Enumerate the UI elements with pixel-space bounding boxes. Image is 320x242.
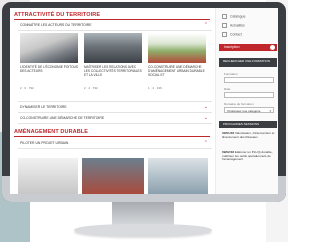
event-item[interactable]: 09/02/18 Elaborer un PLU(i) durable, maî… — [222, 150, 277, 162]
accordion-row-connaitre[interactable]: CONNAÎTRE LES ACTEURS DU TERRITOIRE ⌃ — [20, 22, 210, 30]
row-divider — [18, 30, 212, 31]
course-image — [20, 33, 78, 63]
cart-icon — [270, 45, 275, 50]
sidebar-item-label: Contact — [230, 32, 242, 37]
sidebar-item-label: Actualités — [230, 23, 245, 28]
course-image[interactable] — [18, 158, 78, 194]
sidebar: Catalogue Actualités Contact Inscription… — [215, 8, 278, 194]
news-icon — [222, 23, 227, 28]
course-card-1[interactable]: L'IDENTITÉ DE L'ÉCONOMIE POITOUS DES ACT… — [20, 33, 78, 97]
formation-label: Formation — [224, 72, 238, 76]
event-item[interactable]: 30/01/18 Valorisation, d'intervention et… — [222, 131, 277, 139]
domain-select[interactable]: Choisissez une catégorie ▾ — [224, 107, 274, 113]
formation-input[interactable] — [224, 77, 274, 83]
row-divider — [18, 123, 212, 124]
course-meta: 2 · 6 · 792 · — [20, 86, 36, 90]
row-divider — [18, 112, 212, 113]
date-label: Date — [224, 87, 231, 91]
course-image[interactable] — [148, 158, 208, 194]
accordion-label: CONNAÎTRE LES ACTEURS DU TERRITOIRE — [20, 23, 92, 27]
monitor-stand-neck — [112, 202, 174, 226]
section-title-amenagement: AMÉNAGEMENT DURABLE — [14, 129, 89, 135]
monitor-stand-foot — [74, 224, 212, 236]
monitor-screen: ATTRACTIVITÉ DU TERRITOIRE CONNAÎTRE LES… — [10, 8, 278, 194]
course-image — [148, 33, 206, 63]
search-panel-header: RECHERCHER UNE FORMATION — [219, 58, 277, 67]
course-card-3[interactable]: CO-CONSTRUIRE UNE DÉMARCHE D'AMÉNAGEMENT… — [148, 33, 206, 97]
chevron-down-icon: ⌄ — [203, 115, 208, 121]
inscription-button[interactable]: Inscription — [219, 44, 277, 51]
sidebar-item-actualites[interactable]: Actualités — [222, 23, 277, 30]
course-title: MAÎTRISER LES RELATIONS AVEC LES COLLECT… — [84, 65, 142, 77]
course-image[interactable] — [82, 158, 144, 194]
row-divider — [18, 148, 212, 149]
domain-label: Domaine de formation — [224, 102, 254, 106]
book-icon — [222, 14, 227, 19]
course-image — [84, 33, 142, 63]
course-card-2[interactable]: MAÎTRISER LES RELATIONS AVEC LES COLLECT… — [84, 33, 142, 97]
chevron-up-icon: ⌃ — [203, 140, 208, 146]
accordion-label: DYNAMISER LE TERRITOIRE — [20, 105, 67, 109]
sidebar-item-contact[interactable]: Contact — [222, 32, 277, 39]
main-content: ATTRACTIVITÉ DU TERRITOIRE CONNAÎTRE LES… — [10, 8, 215, 194]
course-meta: 1 · 4 · 196 · — [148, 86, 164, 90]
chevron-down-icon: ▾ — [269, 109, 271, 113]
accordion-label: CO-CONSTRUIRE UNE DÉMARCHE DE TERRITOIRE — [20, 116, 105, 120]
section-rule — [14, 136, 210, 137]
accordion-label: PILOTER UN PROJET URBAIN — [20, 141, 69, 145]
chevron-down-icon: ⌄ — [203, 104, 208, 110]
section-title-attractivite: ATTRACTIVITÉ DU TERRITOIRE — [14, 12, 101, 18]
domain-select-value: Choisissez une catégorie — [227, 109, 261, 113]
course-title: L'IDENTITÉ DE L'ÉCONOMIE POITOUS DES ACT… — [20, 65, 79, 73]
course-title: CO-CONSTRUIRE UNE DÉMARCHE D'AMÉNAGEMENT… — [148, 65, 205, 77]
inscription-label: Inscription — [224, 45, 240, 49]
row-divider — [18, 101, 212, 102]
accordion-row-co-construire[interactable]: CO-CONSTRUIRE UNE DÉMARCHE DE TERRITOIRE… — [20, 115, 210, 123]
accordion-row-piloter[interactable]: PILOTER UN PROJET URBAIN ⌃ — [20, 140, 210, 148]
section-rule — [14, 19, 210, 20]
accordion-row-dynamiser[interactable]: DYNAMISER LE TERRITOIRE ⌄ — [20, 104, 210, 112]
course-meta: 2 · 4 · 792 · — [84, 86, 100, 90]
date-input[interactable] — [224, 92, 274, 98]
mail-icon — [222, 32, 227, 37]
events-panel-header: PROCHAINES SESSIONS — [219, 121, 277, 128]
sidebar-item-label: Catalogue — [230, 14, 246, 19]
chevron-up-icon: ⌃ — [203, 22, 208, 28]
sidebar-item-catalogue[interactable]: Catalogue — [222, 14, 277, 21]
